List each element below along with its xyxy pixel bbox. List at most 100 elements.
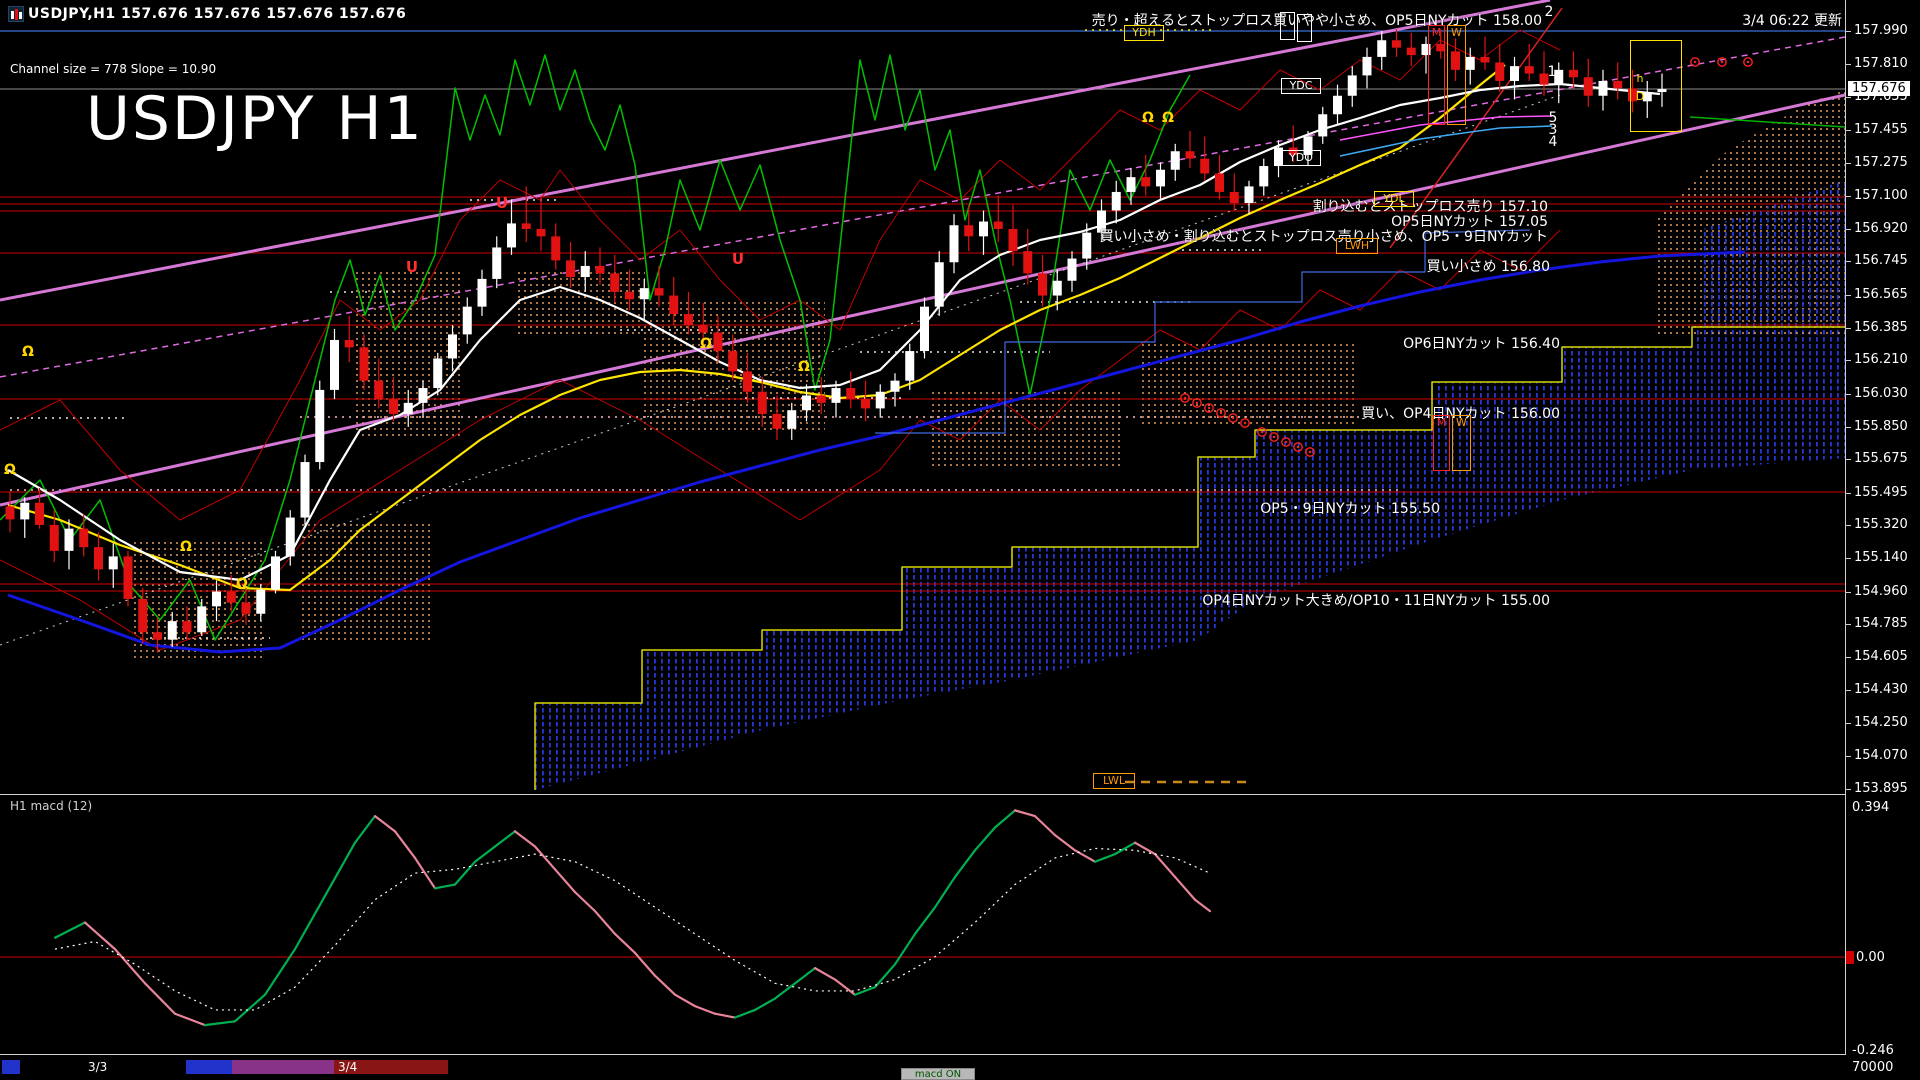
axis-tick-label: 154.250 (1854, 715, 1908, 730)
macd-main-line (1095, 854, 1115, 862)
axis-tick-mark (1846, 493, 1851, 494)
pane-separator-main-macd[interactable] (0, 794, 1846, 795)
candle-body (891, 381, 900, 392)
candle-body (1141, 177, 1150, 186)
fan-cyan (1340, 126, 1552, 156)
axis-tick-label: 157.275 (1854, 155, 1908, 170)
candle-body (65, 529, 74, 551)
level-tag-m: M (1433, 415, 1450, 471)
signal-ring-dot (1747, 61, 1749, 63)
candle-body (360, 347, 369, 380)
candle-body (1613, 81, 1622, 88)
axis-tick-mark (1846, 657, 1851, 658)
omega-marker: Ω (700, 336, 712, 352)
axis-tick-label: 154.960 (1854, 584, 1908, 599)
candle-body (478, 279, 487, 307)
macd-axis-label: 0.00 (1856, 950, 1885, 965)
candle-body (389, 399, 398, 414)
axis-tick-mark (1846, 295, 1851, 296)
axis-tick-mark (1846, 97, 1851, 98)
candle-body (197, 606, 206, 632)
candle-body (1584, 77, 1593, 96)
signal-ring-dot (1309, 451, 1311, 453)
macd-main-line (175, 1014, 205, 1025)
kumo-cloud-orange (1140, 340, 1355, 425)
candle-body (109, 556, 118, 569)
candle-body (94, 547, 103, 569)
axis-tick-mark (1846, 690, 1851, 691)
candle-body (787, 410, 796, 429)
signal-ring-dot (1285, 441, 1287, 443)
chart-annotation: 買い小さめ 156.80 (1427, 256, 1550, 276)
candle-body (50, 525, 59, 551)
candle-body (655, 288, 664, 295)
timeline-segment (2, 1060, 20, 1074)
macd-main-line (555, 869, 575, 892)
candle-body (1348, 75, 1357, 95)
axis-tick-label: 155.495 (1854, 485, 1908, 500)
macd-main-line (325, 843, 355, 896)
axis-tick-mark (1846, 789, 1851, 790)
candle-body (1481, 57, 1490, 63)
level-tag-ydo: YDO (1281, 150, 1321, 166)
macd-main-line (375, 816, 395, 831)
candle-body (1023, 251, 1032, 273)
signal-ring-dot (1196, 402, 1198, 404)
macd-main-line (815, 968, 835, 979)
candle-body (1510, 66, 1519, 81)
candle-body (581, 266, 590, 277)
candle-body (1127, 177, 1136, 192)
candle-body (374, 381, 383, 400)
macd-main-line (1035, 816, 1055, 835)
axis-tick-label: 156.030 (1854, 386, 1908, 401)
macd-main-line (1195, 900, 1210, 911)
candle-body (404, 403, 413, 414)
candle-body (301, 462, 310, 518)
candle-body (1333, 96, 1342, 115)
level-tag-lwl: LWL (1093, 773, 1135, 789)
candle-body (861, 399, 870, 408)
candle-body (1156, 170, 1165, 187)
macd-main-line (655, 976, 675, 995)
candle-body (183, 621, 192, 632)
axis-tick-label: 157.990 (1854, 23, 1908, 38)
candle-body (714, 333, 723, 352)
chart-annotation: OP6日NYカット 156.40 (1403, 333, 1560, 353)
timeline-segment (232, 1060, 334, 1074)
candle-body (994, 222, 1003, 229)
candle-body (433, 358, 442, 388)
candle-body (1171, 151, 1180, 170)
date-label: 3/4 (338, 1060, 357, 1074)
level-tag-w: W (1447, 25, 1466, 125)
candle-body (876, 392, 885, 409)
signal-ring-dot (1184, 397, 1186, 399)
candle-body (242, 603, 251, 614)
macd-toggle-button[interactable]: macd ON (901, 1068, 975, 1080)
candle-body (935, 262, 944, 306)
macd-main-line (1115, 843, 1135, 854)
candle-body (1392, 40, 1401, 47)
axis-tick-mark (1846, 31, 1851, 32)
macd-main-line (455, 862, 475, 885)
macd-main-line (145, 983, 175, 1013)
macd-zero-marker (1846, 951, 1854, 964)
signal-ring-dot (1261, 431, 1263, 433)
axis-tick-mark (1846, 196, 1851, 197)
axis-tick-mark (1846, 328, 1851, 329)
candle-body (773, 414, 782, 429)
macd-main-line (265, 949, 295, 995)
price-axis[interactable]: 157.990157.810157.635157.455157.275157.1… (1845, 0, 1920, 1080)
candle-body (950, 225, 959, 262)
candle-body (817, 395, 826, 402)
macd-main-line (395, 831, 415, 858)
axis-tick-mark (1846, 163, 1851, 164)
price-chart-canvas[interactable]: ΩΩΩΩΩΩΩΩUUU21534 (0, 0, 1846, 1080)
candle-body (1466, 57, 1475, 70)
current-price-tag: 157.676 (1848, 81, 1910, 96)
axis-tick-mark (1846, 394, 1851, 395)
signal-ring-dot (1232, 417, 1234, 419)
candle-body (1259, 166, 1268, 186)
macd-main-line (995, 810, 1015, 827)
macd-main-line (895, 934, 915, 964)
axis-tick-mark (1846, 592, 1851, 593)
